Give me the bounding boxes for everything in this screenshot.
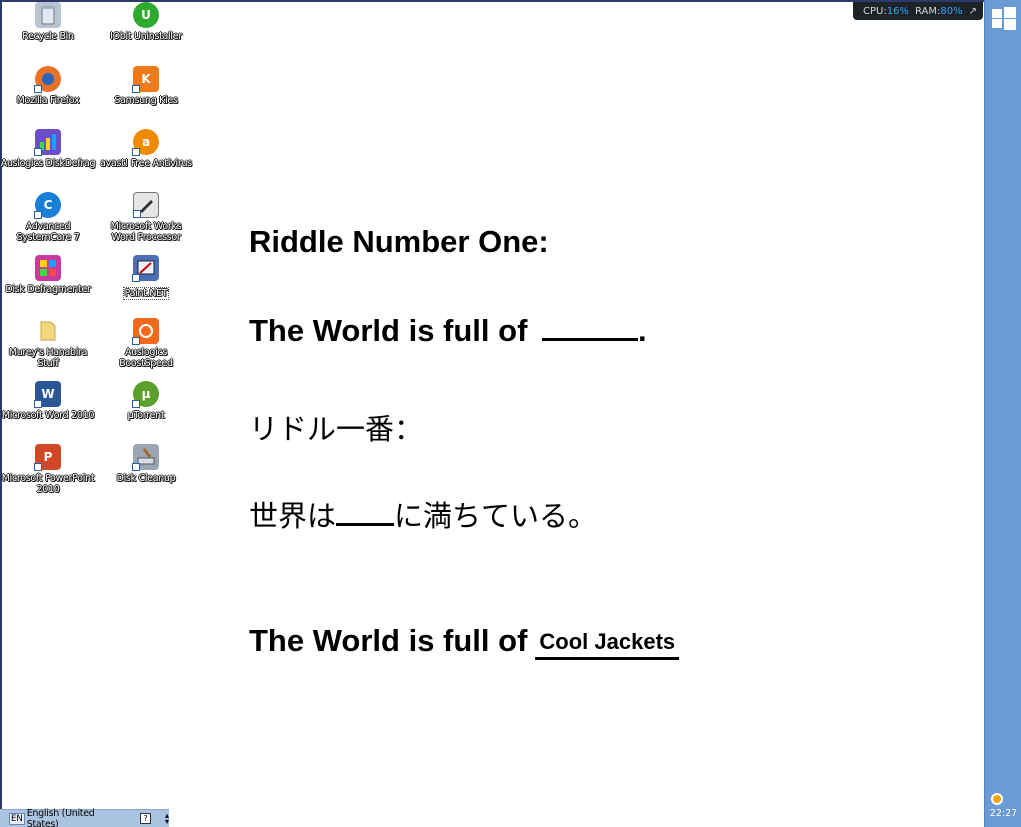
ram-value: 80% [940,5,963,17]
charm-bar: 22:27 [984,0,1021,827]
desktop-icon-boostspeed[interactable]: Auslogics BoostSpeed [98,318,194,369]
riddle-question-suffix: . [638,313,647,348]
desktop-icon-label: Microsoft Word 2010 [1,410,95,421]
desktop-icon-label: Recycle Bin [22,31,74,42]
recycle-bin-icon [35,2,61,28]
desktop-icon-iobit-uninstaller[interactable]: U IObit Uninstaller [98,2,194,42]
desktop-icon-recycle-bin[interactable]: Recycle Bin [0,2,96,42]
desktop-icon-auslogics-diskdefrag[interactable]: Auslogics DiskDefrag [0,129,96,169]
desktop-icon-label: avast! Free Antivirus [100,158,192,169]
help-icon[interactable]: ? [140,813,151,824]
language-code[interactable]: EN [9,812,25,825]
language-bar[interactable]: EN English (United States) ? ▴ ▾ [0,808,169,827]
ram-label: RAM: [914,5,941,17]
desktop: Recycle Bin U IObit Uninstaller Mozilla … [0,0,984,827]
disk-defrag-icon [34,129,61,156]
desktop-icon-word-2010[interactable]: W Microsoft Word 2010 [0,381,96,421]
riddle-question-prefix: The World is full of [249,313,528,348]
desktop-icon-avast[interactable]: a avast! Free Antivirus [98,129,194,169]
word-2010-icon: W [34,381,61,408]
avast-icon: a [132,129,159,156]
desktop-icon-label: IObit Uninstaller [110,31,182,42]
riddle-question-jp: 世界は に満ちている。 [249,493,597,535]
riddle-title: Riddle Number One: [249,224,549,259]
riddle-blank-jp [336,523,395,526]
system-monitor-widget[interactable]: CPU:16% RAM:80% ↗ [853,2,983,20]
folder-icon [35,318,61,344]
desktop-icon-disk-defragmenter[interactable]: Disk Defragmenter [0,255,96,295]
cpu-readout: CPU:16% [863,6,909,17]
cpu-value: 16% [886,5,909,17]
desktop-icon-powerpoint-2010[interactable]: P Microsoft PowerPoint 2010 [0,444,96,495]
arrow-up-right-icon[interactable]: ↗ [969,6,977,17]
desktop-icon-label: Disk Cleanup [116,473,176,484]
desktop-icon-hanabira-folder[interactable]: Murey's Hanabira Stuff [0,318,96,369]
riddle-title-jp: リドル一番： [249,412,424,446]
riddle-answer: Cool Jackets [535,629,680,660]
desktop-icon-firefox[interactable]: Mozilla Firefox [0,66,96,106]
taskbar-clock[interactable]: 22:27 [985,808,1021,819]
desktop-icon-label: Auslogics DiskDefrag [0,158,96,169]
desktop-icon-label: Murey's Hanabira Stuff [8,347,88,369]
iobit-uninstaller-icon: U [133,2,159,28]
desktop-icon-label: Advanced SystemCare 7 [16,221,80,243]
riddle-question-jp-suffix: に満ちている。 [394,499,598,533]
cpu-label: CPU: [863,5,887,17]
samsung-kies-icon: K [132,66,159,93]
riddle-question-jp-prefix: 世界は [249,499,337,533]
desktop-icon-samsung-kies[interactable]: K Samsung Kies [98,66,194,106]
disk-defragmenter-icon [35,255,61,281]
paint-net-icon [132,255,159,282]
desktop-icon-label: Paint.NET [122,287,170,300]
windows-logo-icon[interactable] [992,7,1016,30]
desktop-icon-label: Samsung Kies [114,95,178,106]
powerpoint-2010-icon: P [34,444,61,471]
language-name[interactable]: English (United States) [27,808,126,827]
systemcare-icon: C [34,192,61,219]
desktop-icon-disk-cleanup[interactable]: Disk Cleanup [98,444,194,484]
desktop-icon-label: µTorrent [127,410,165,421]
desktop-icon-label: Mozilla Firefox [16,95,80,106]
riddle-answer-line: The World is full of Cool Jackets [249,623,680,660]
riddle-question: The World is full of . [249,313,647,349]
boostspeed-icon [132,318,159,345]
desktop-icon-label: Auslogics BoostSpeed [119,347,173,369]
desktop-icon-label: Disk Defragmenter [5,284,91,295]
utorrent-icon: µ [132,381,159,408]
desktop-icon-utorrent[interactable]: µ µTorrent [98,381,194,421]
desktop-icon-label: Microsoft PowerPoint 2010 [1,473,95,495]
firefox-icon [34,66,61,93]
desktop-icon-works-word-processor[interactable]: Microsoft Works Word Processor [98,192,194,243]
desktop-icon-advanced-systemcare[interactable]: C Advanced SystemCare 7 [0,192,96,243]
desktop-icon-label: Microsoft Works Word Processor [110,221,182,243]
ram-readout: RAM:80% [915,6,963,17]
riddle-answer-prefix: The World is full of [249,623,528,658]
language-options-icon[interactable]: ▴ ▾ [165,811,169,825]
desktop-icon-paint-net[interactable]: Paint.NET [98,255,194,300]
works-word-icon [133,192,159,218]
avast-tray-icon[interactable] [991,793,1003,805]
riddle-blank [542,338,639,341]
disk-cleanup-icon [132,444,159,471]
